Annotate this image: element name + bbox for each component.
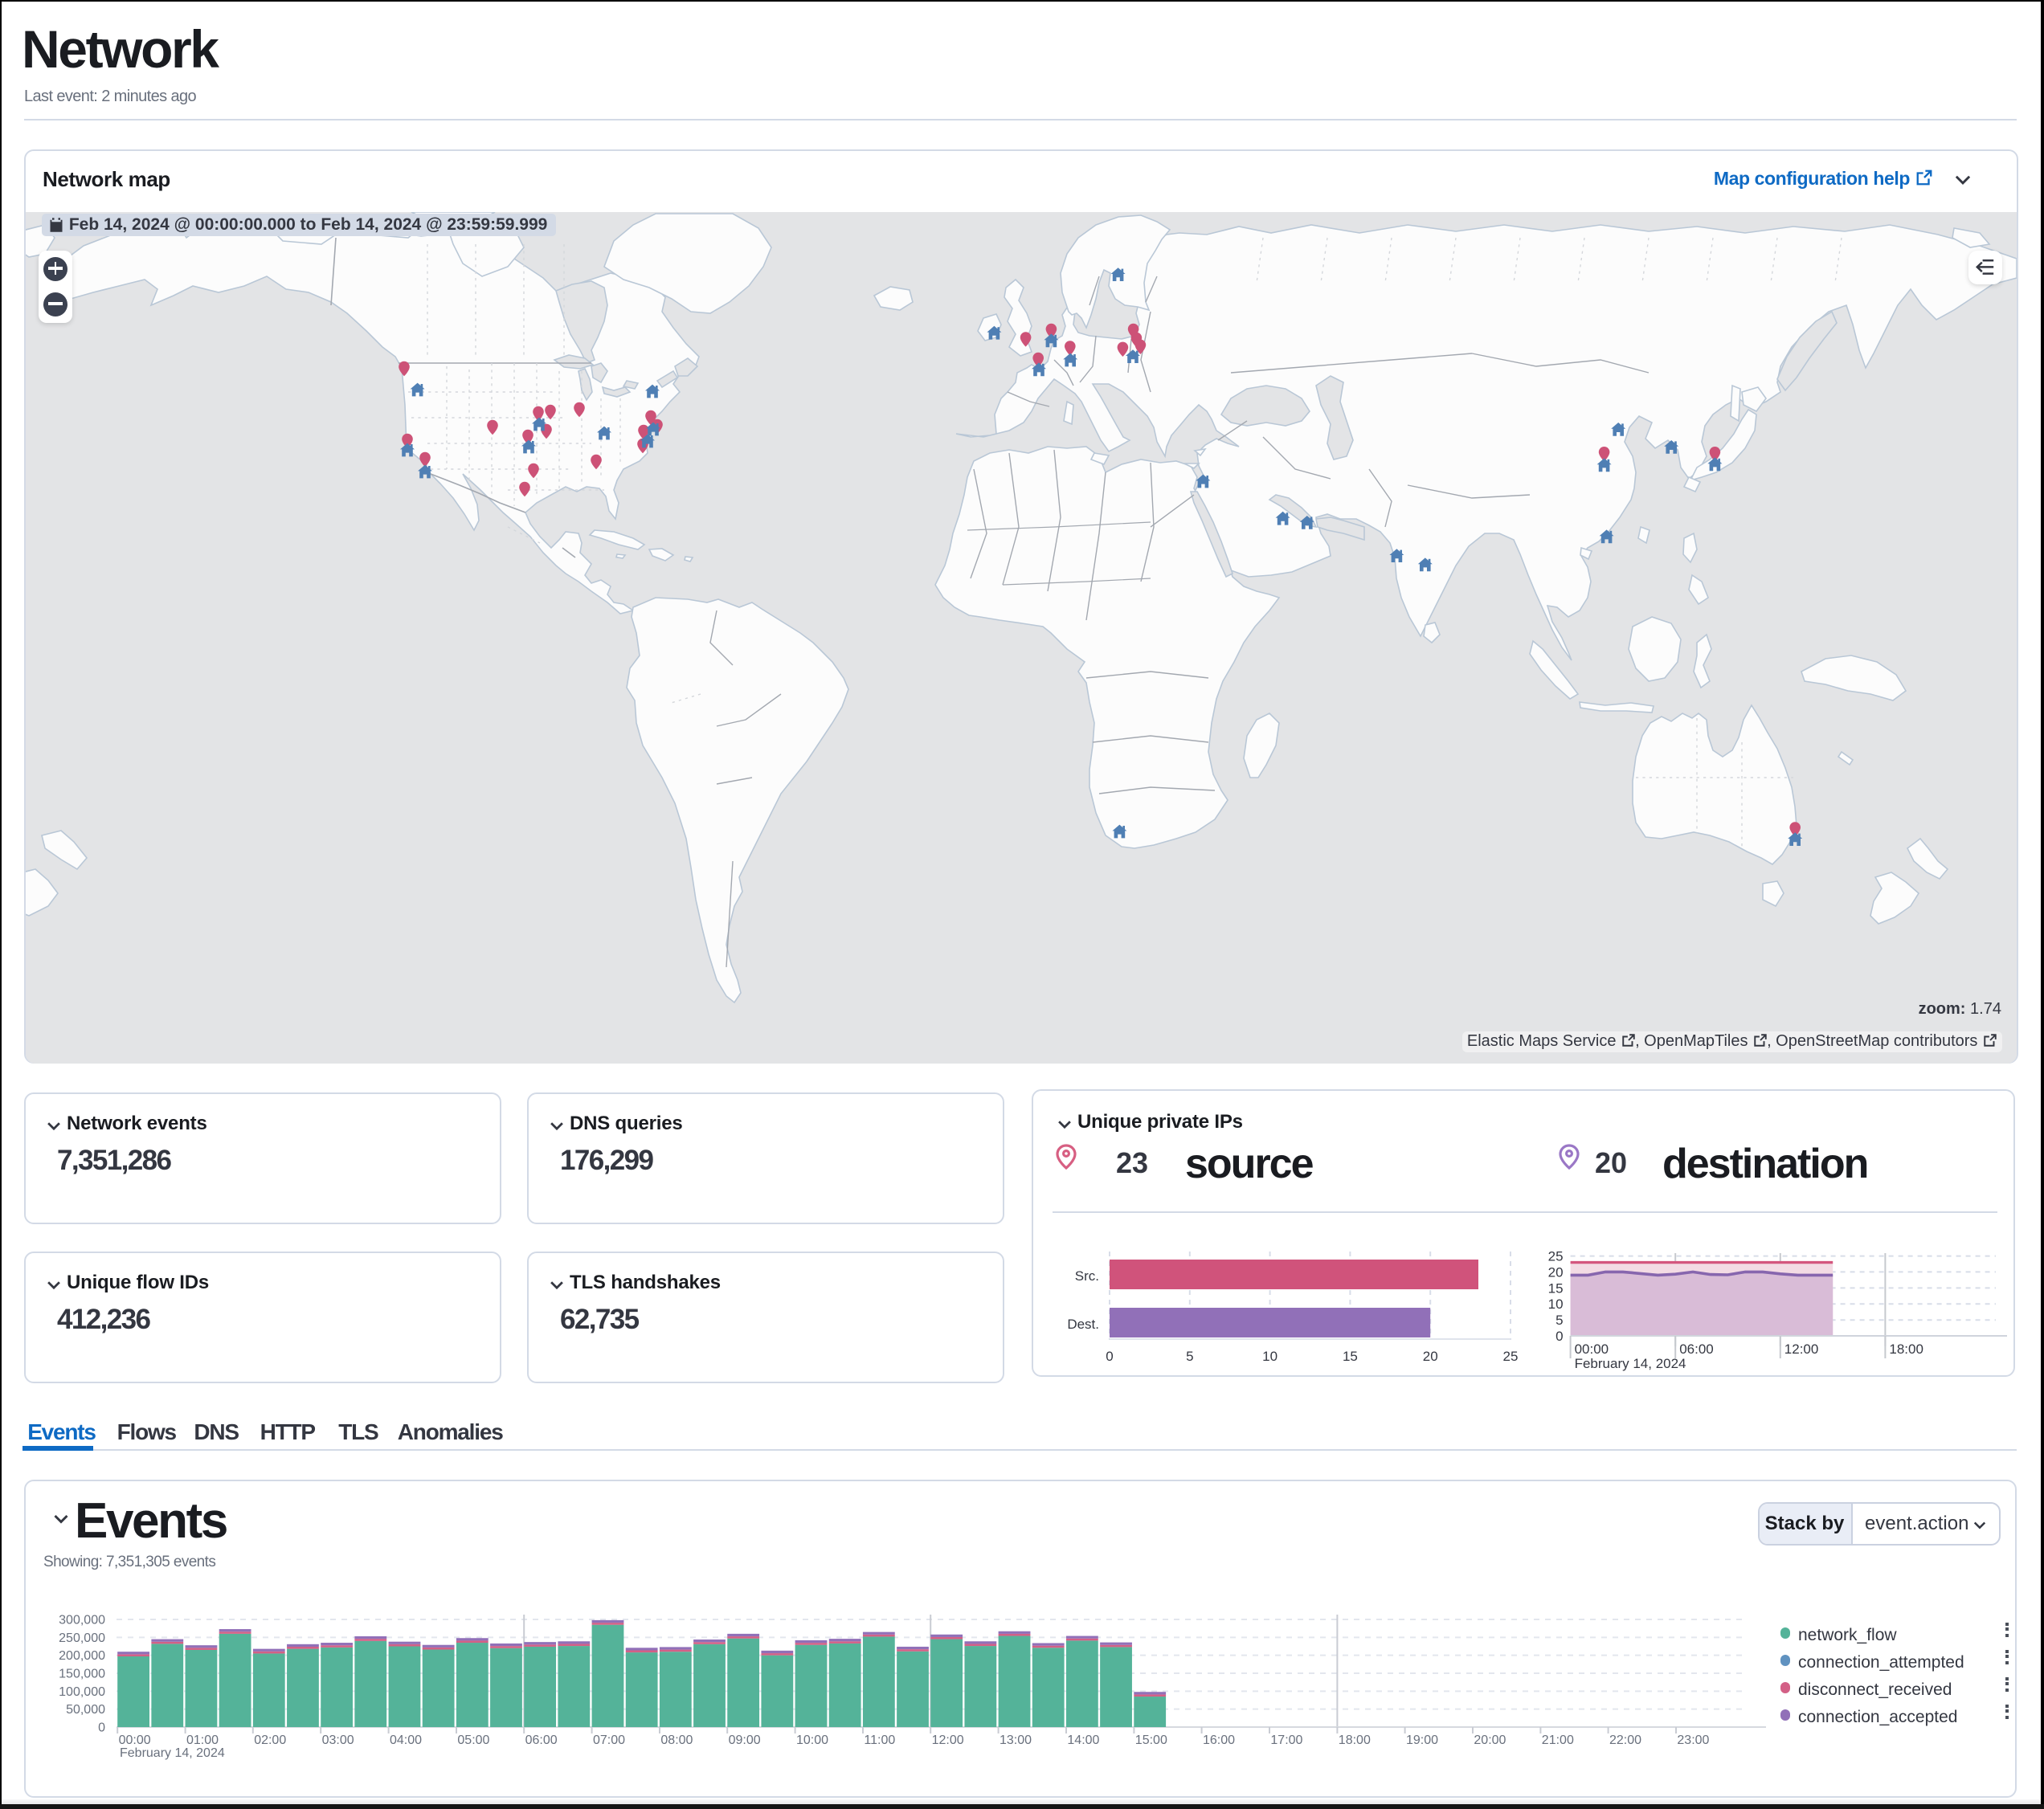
svg-text:10: 10: [1547, 1297, 1563, 1312]
svg-text:22:00: 22:00: [1609, 1733, 1641, 1746]
svg-text:00:00: 00:00: [118, 1733, 150, 1746]
svg-text:03:00: 03:00: [321, 1733, 354, 1746]
svg-text:21:00: 21:00: [1541, 1733, 1573, 1746]
svg-text:10: 10: [1261, 1349, 1277, 1364]
svg-text:15: 15: [1547, 1280, 1563, 1296]
svg-text:Src.: Src.: [1074, 1268, 1098, 1284]
svg-text:200,000: 200,000: [58, 1648, 104, 1662]
svg-text:25: 25: [1547, 1249, 1563, 1264]
svg-text:150,000: 150,000: [58, 1667, 104, 1680]
svg-text:10:00: 10:00: [795, 1733, 828, 1746]
svg-text:11:00: 11:00: [863, 1733, 894, 1746]
svg-text:25: 25: [1502, 1349, 1518, 1364]
svg-text:50,000: 50,000: [65, 1702, 104, 1716]
svg-text:01:00: 01:00: [186, 1733, 218, 1746]
svg-text:00:00: 00:00: [1574, 1341, 1609, 1357]
svg-text:06:00: 06:00: [525, 1733, 557, 1746]
svg-text:04:00: 04:00: [389, 1733, 421, 1746]
svg-text:13:00: 13:00: [999, 1733, 1031, 1746]
svg-text:19:00: 19:00: [1405, 1733, 1437, 1746]
svg-text:12:00: 12:00: [1784, 1341, 1818, 1357]
svg-text:07:00: 07:00: [592, 1733, 624, 1746]
svg-text:February 14, 2024: February 14, 2024: [119, 1746, 224, 1759]
svg-text:20: 20: [1547, 1264, 1563, 1280]
svg-text:18:00: 18:00: [1338, 1733, 1370, 1746]
svg-text:08:00: 08:00: [660, 1733, 692, 1746]
svg-text:0: 0: [1105, 1349, 1112, 1364]
svg-text:Dest.: Dest.: [1066, 1317, 1098, 1332]
svg-text:09:00: 09:00: [728, 1733, 760, 1746]
svg-text:15: 15: [1342, 1349, 1357, 1364]
svg-text:100,000: 100,000: [58, 1684, 104, 1698]
svg-text:20:00: 20:00: [1473, 1733, 1505, 1746]
svg-text:14:00: 14:00: [1066, 1733, 1098, 1746]
svg-text:15:00: 15:00: [1134, 1733, 1167, 1746]
svg-text:0: 0: [97, 1721, 104, 1734]
svg-text:5: 5: [1185, 1349, 1192, 1364]
svg-text:18:00: 18:00: [1888, 1341, 1923, 1357]
svg-text:06:00: 06:00: [1678, 1341, 1713, 1357]
svg-text:February 14, 2024: February 14, 2024: [1574, 1356, 1686, 1371]
svg-text:250,000: 250,000: [58, 1631, 104, 1644]
svg-text:20: 20: [1422, 1349, 1437, 1364]
svg-text:0: 0: [1555, 1329, 1562, 1344]
svg-text:5: 5: [1555, 1313, 1562, 1328]
svg-text:05:00: 05:00: [456, 1733, 489, 1746]
svg-text:16:00: 16:00: [1202, 1733, 1234, 1746]
svg-text:02:00: 02:00: [253, 1733, 285, 1746]
svg-text:17:00: 17:00: [1269, 1733, 1302, 1746]
svg-text:300,000: 300,000: [58, 1613, 104, 1627]
svg-text:23:00: 23:00: [1676, 1733, 1708, 1746]
svg-text:12:00: 12:00: [931, 1733, 963, 1746]
